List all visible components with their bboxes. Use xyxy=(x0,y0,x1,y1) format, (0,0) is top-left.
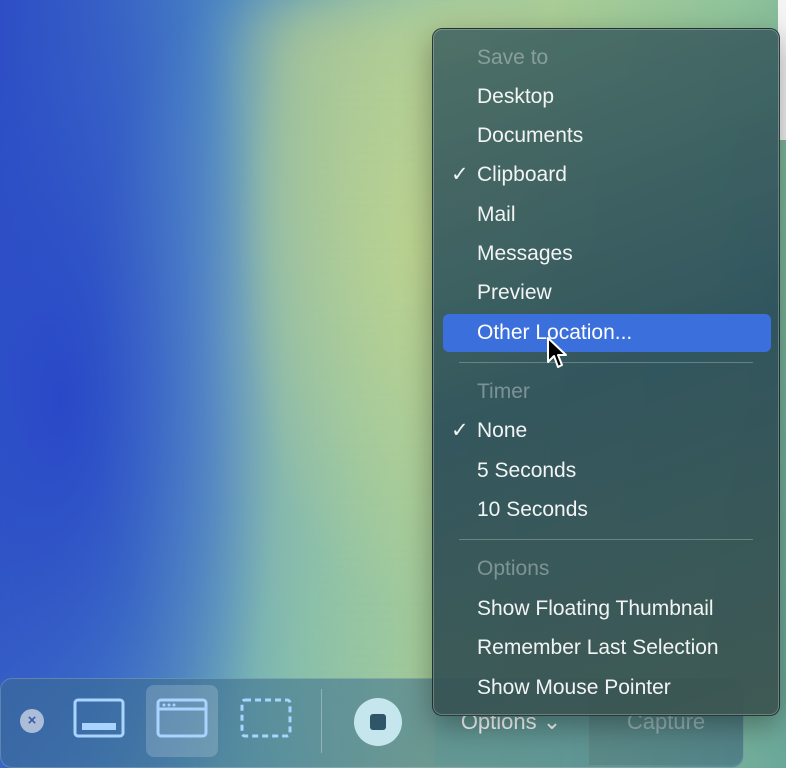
checkmark-icon: ✓ xyxy=(451,419,469,442)
menu-item-mail[interactable]: Mail xyxy=(443,196,771,234)
capture-selected-portion-button[interactable] xyxy=(230,685,302,757)
menu-header-timer: Timer xyxy=(477,380,530,403)
window-icon xyxy=(156,698,208,738)
entire-screen-icon xyxy=(73,698,125,738)
menu-item-messages[interactable]: Messages xyxy=(443,235,771,273)
menu-item-timer-5-seconds[interactable]: 5 Seconds xyxy=(443,452,771,490)
menu-item-timer-10-seconds[interactable]: 10 Seconds xyxy=(443,491,771,529)
menu-header-save-to: Save to xyxy=(477,46,549,69)
menu-item-preview[interactable]: Preview xyxy=(443,274,771,312)
checkmark-icon: ✓ xyxy=(451,163,469,186)
record-screen-button[interactable] xyxy=(354,698,402,746)
close-toolbar-button[interactable]: × xyxy=(20,709,44,733)
capture-selected-window-button[interactable] xyxy=(146,685,218,757)
menu-item-other-location[interactable]: Other Location... xyxy=(443,314,771,352)
menu-item-documents[interactable]: Documents xyxy=(443,117,771,155)
menu-item-desktop[interactable]: Desktop xyxy=(443,78,771,116)
mouse-cursor-icon xyxy=(547,337,567,368)
capture-entire-screen-button[interactable] xyxy=(63,685,135,757)
menu-item-remember-last-selection[interactable]: Remember Last Selection xyxy=(443,629,771,667)
stop-icon xyxy=(370,714,386,730)
menu-item-timer-none[interactable]: ✓ None xyxy=(443,412,771,450)
menu-item-clipboard[interactable]: ✓ Clipboard xyxy=(443,156,771,194)
toolbar-divider xyxy=(321,689,322,753)
menu-item-show-mouse-pointer[interactable]: Show Mouse Pointer xyxy=(443,669,771,707)
menu-header-options: Options xyxy=(477,557,550,580)
menu-separator xyxy=(459,362,753,363)
options-menu: Save to Desktop Documents ✓ Clipboard Ma… xyxy=(432,28,780,716)
menu-item-show-floating-thumbnail[interactable]: Show Floating Thumbnail xyxy=(443,590,771,628)
selection-dashed-icon xyxy=(240,698,292,738)
menu-separator xyxy=(459,539,753,540)
